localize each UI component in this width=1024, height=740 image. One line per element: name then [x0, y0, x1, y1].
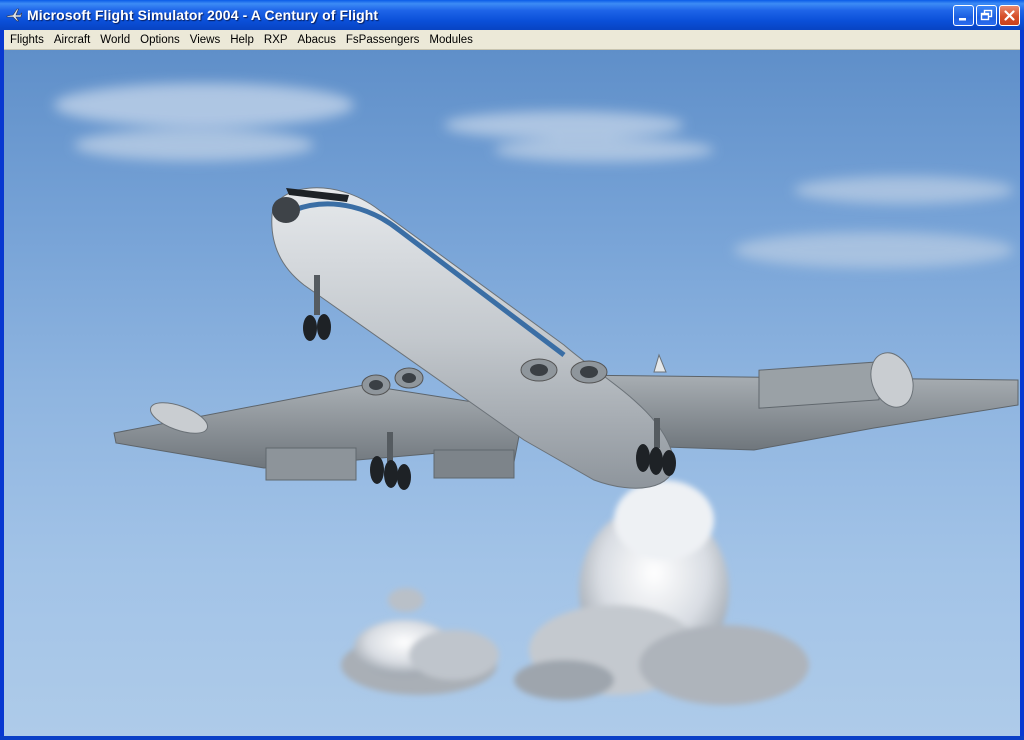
flight-view[interactable]: [4, 50, 1020, 736]
menu-options[interactable]: Options: [135, 30, 185, 50]
cirrus-clouds: [54, 83, 1014, 268]
menu-world[interactable]: World: [95, 30, 135, 50]
menu-aircraft[interactable]: Aircraft: [49, 30, 95, 50]
restore-icon: [980, 9, 993, 21]
menu-help[interactable]: Help: [225, 30, 259, 50]
app-window: Microsoft Flight Simulator 2004 - A Cent…: [0, 0, 1024, 740]
menu-fspassengers[interactable]: FsPassengers: [341, 30, 425, 50]
menu-abacus[interactable]: Abacus: [293, 30, 341, 50]
window-title: Microsoft Flight Simulator 2004 - A Cent…: [27, 7, 379, 23]
minimize-icon: [959, 18, 966, 21]
menu-bar: Flights Aircraft World Options Views Hel…: [4, 30, 1020, 50]
cumulus-clouds: [341, 480, 809, 705]
window-controls: [953, 5, 1020, 26]
restore-button[interactable]: [976, 5, 997, 26]
menu-rxp[interactable]: RXP: [259, 30, 293, 50]
close-icon: [1004, 10, 1015, 21]
airplane-icon: [6, 7, 22, 23]
scene-graphic: [54, 83, 1019, 705]
title-bar[interactable]: Microsoft Flight Simulator 2004 - A Cent…: [0, 0, 1024, 30]
window-border-bottom: [0, 736, 1024, 740]
minimize-button[interactable]: [953, 5, 974, 26]
close-button[interactable]: [999, 5, 1020, 26]
menu-flights[interactable]: Flights: [5, 30, 49, 50]
menu-views[interactable]: Views: [185, 30, 225, 50]
menu-modules[interactable]: Modules: [424, 30, 477, 50]
window-border-right: [1020, 30, 1024, 736]
